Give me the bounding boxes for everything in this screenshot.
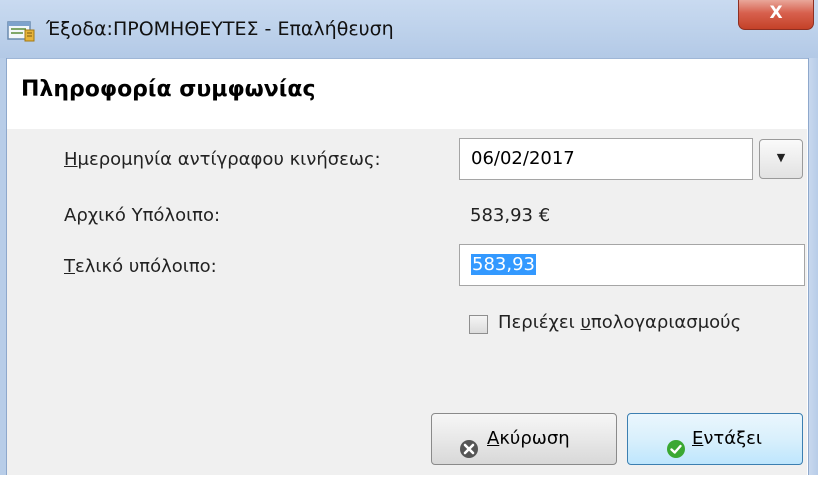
ok-checkmark-icon [666, 429, 686, 458]
ok-label-rest: ντάξει [703, 428, 762, 449]
cancel-button-label: Ακύρωση [487, 414, 570, 464]
ok-button-label: Εντάξει [692, 414, 762, 464]
dialog-content: Πληροφορία συμφωνίας Ημερομηνία αντίγραφ… [7, 59, 807, 475]
dialog-header: Πληροφορία συμφωνίας [7, 59, 807, 129]
final-balance-field[interactable]: 583,93 [459, 244, 805, 286]
final-balance-selected-text: 583,93 [471, 254, 536, 275]
cancel-label-rest: κύρωση [499, 428, 570, 449]
final-balance-label: Τελικό υπόλοιπο: [64, 256, 217, 277]
contains-subaccounts-checkbox[interactable] [469, 315, 488, 334]
window-frame-left [0, 58, 7, 475]
chevron-down-icon: ▼ [776, 151, 786, 164]
opening-balance-label: Αρχικό Υπόλοιπο: [64, 205, 221, 226]
contains-subaccounts-label-accel: υ [580, 312, 591, 333]
cancel-circle-x-icon [459, 429, 479, 458]
close-button[interactable]: X [738, 0, 814, 30]
statement-date-label-accel: Η [64, 149, 78, 170]
ledger-window-icon [7, 18, 35, 42]
opening-balance-value: 583,93 € [470, 205, 551, 226]
statement-date-label: Ημερομηνία αντίγραφου κινήσεως: [64, 149, 381, 170]
cancel-label-accel: Α [487, 428, 500, 449]
contains-subaccounts-label-pre: Περιέχει [498, 312, 581, 333]
window-title: Έξοδα:ΠΡΟΜΗΘΕΥΤΕΣ - Επαλήθευση [46, 18, 394, 40]
window-frame-right [808, 58, 818, 475]
ok-label-accel: Ε [692, 428, 704, 449]
statement-date-field[interactable]: 06/02/2017 [459, 138, 753, 180]
ok-button[interactable]: Εντάξει [627, 413, 803, 465]
statement-date-label-text: μερομηνία αντίγραφου κινήσεως: [77, 149, 381, 170]
cancel-button[interactable]: Ακύρωση [431, 413, 617, 465]
title-bar[interactable]: Έξοδα:ΠΡΟΜΗΘΕΥΤΕΣ - Επαλήθευση X [0, 0, 818, 59]
contains-subaccounts-label-rest: πολογαριασμούς [590, 312, 742, 333]
final-balance-label-accel: Τ [64, 256, 75, 277]
final-balance-label-text: ελικό υπόλοιπο: [75, 256, 217, 277]
date-dropdown-button[interactable]: ▼ [759, 139, 803, 179]
section-title: Πληροφορία συμφωνίας [21, 77, 316, 102]
contains-subaccounts-label[interactable]: Περιέχει υπολογαριασμούς [498, 312, 741, 333]
